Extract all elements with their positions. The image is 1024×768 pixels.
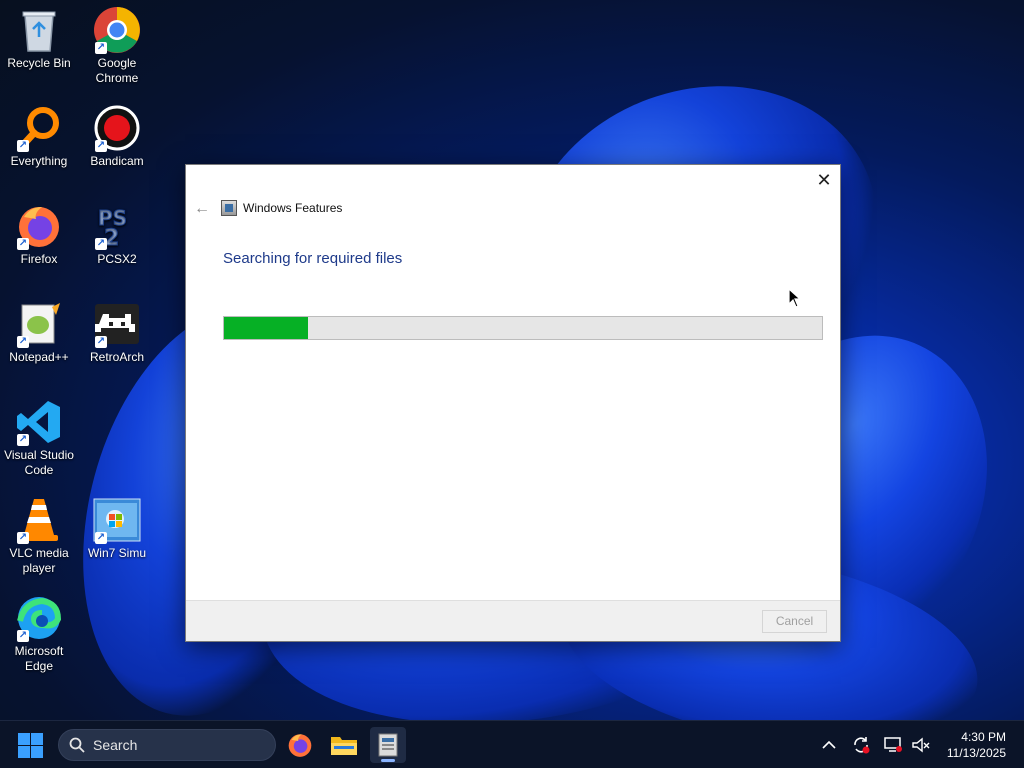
desktop-icon-label: Recycle Bin [7, 56, 71, 70]
shortcut-arrow-icon: ↗ [17, 630, 29, 642]
desktop-icon-label: Firefox [20, 252, 58, 266]
clock-date: 11/13/2025 [946, 746, 1006, 760]
status-heading: Searching for required files [223, 250, 403, 267]
volume-muted-icon[interactable] [910, 734, 932, 756]
notepad-plus-plus-icon: ↗ [15, 300, 63, 348]
firefox-icon [288, 734, 312, 757]
taskbar-app-firefox[interactable] [282, 727, 318, 763]
desktop-icons: Recycle Bin ↗ Google Chrome ↗ Everything [0, 0, 160, 720]
dialog-footer: Cancel [186, 600, 840, 641]
vscode-icon: ↗ [15, 398, 63, 446]
windows-features-dialog: ✕ ← Windows Features Searching for requi… [185, 164, 841, 642]
shortcut-arrow-icon: ↗ [95, 238, 107, 250]
shortcut-arrow-icon: ↗ [17, 532, 29, 544]
active-app-indicator [381, 759, 395, 762]
desktop-icon-recycle-bin[interactable]: Recycle Bin [0, 6, 78, 96]
desktop-icon-firefox[interactable]: ↗ Firefox [0, 202, 78, 292]
desktop-icon-label: Everything [10, 154, 68, 168]
search-icon [69, 737, 85, 753]
clock-time: 4:30 PM [961, 730, 1006, 744]
desktop-icon-visual-studio-code[interactable]: ↗ Visual Studio Code [0, 398, 78, 488]
shortcut-arrow-icon: ↗ [17, 336, 29, 348]
shortcut-arrow-icon: ↗ [17, 140, 29, 152]
everything-icon: ↗ [15, 104, 63, 152]
taskbar: Search 4:30 PM 11/13/2025 [0, 720, 1024, 768]
sync-icon[interactable] [850, 734, 872, 756]
windows-features-icon [378, 733, 398, 757]
shortcut-arrow-icon: ↗ [95, 42, 107, 54]
desktop-icon-microsoft-edge[interactable]: ↗ Microsoft Edge [0, 594, 78, 684]
back-arrow-icon[interactable]: ← [192, 199, 212, 219]
file-explorer-icon [331, 737, 357, 755]
start-button[interactable] [18, 733, 44, 759]
desktop-icon-pcsx2[interactable]: PS 2 ↗ PCSX2 [78, 202, 156, 292]
edge-icon: ↗ [15, 594, 63, 642]
dialog-title: Windows Features [243, 201, 343, 215]
shortcut-arrow-icon: ↗ [17, 434, 29, 446]
desktop-icon-everything[interactable]: ↗ Everything [0, 104, 78, 194]
desktop-icon-bandicam[interactable]: ↗ Bandicam [78, 104, 156, 194]
desktop-icon-retroarch[interactable]: ↗ RetroArch [78, 300, 156, 390]
bandicam-icon: ↗ [93, 104, 141, 152]
desktop-icon-win7-simu[interactable]: ↗ Win7 Simu [78, 496, 156, 586]
shortcut-arrow-icon: ↗ [95, 532, 107, 544]
dialog-title-row: Windows Features [221, 200, 342, 216]
desktop-icon-vlc-media-player[interactable]: ↗ VLC media player [0, 496, 78, 586]
desktop-icon-label: Google Chrome [95, 56, 139, 85]
windows-features-icon [221, 200, 237, 216]
recycle-bin-icon [15, 6, 63, 54]
desktop-icon-label: Win7 Simu [87, 546, 146, 560]
desktop-icon-notepad-plus-plus[interactable]: ↗ Notepad++ [0, 300, 78, 390]
search-placeholder: Search [93, 737, 138, 753]
windows-logo-icon [18, 733, 30, 745]
desktop-icon-label: RetroArch [89, 350, 145, 364]
desktop-icon-label: Notepad++ [9, 350, 69, 364]
progress-fill [224, 317, 308, 339]
progress-bar [223, 316, 823, 340]
chrome-icon: ↗ [93, 6, 141, 54]
display-icon[interactable] [882, 734, 904, 756]
cancel-button[interactable]: Cancel [762, 610, 827, 633]
desktop-icon-google-chrome[interactable]: ↗ Google Chrome [78, 6, 156, 96]
taskbar-clock[interactable]: 4:30 PM 11/13/2025 [936, 729, 1006, 761]
shortcut-arrow-icon: ↗ [95, 336, 107, 348]
close-button[interactable]: ✕ [812, 168, 836, 192]
vlc-icon: ↗ [15, 496, 63, 544]
chevron-up-icon[interactable] [818, 734, 840, 756]
taskbar-app-windows-features[interactable] [370, 727, 406, 763]
taskbar-search-box[interactable]: Search [58, 729, 276, 761]
pcsx2-icon: PS 2 ↗ [93, 202, 141, 250]
desktop-icon-label: PCSX2 [97, 252, 137, 266]
desktop-icon-label: VLC media player [9, 546, 69, 575]
firefox-icon: ↗ [15, 202, 63, 250]
shortcut-arrow-icon: ↗ [17, 238, 29, 250]
win7-simu-icon: ↗ [93, 496, 141, 544]
desktop-icon-label: Bandicam [90, 154, 144, 168]
mouse-cursor-icon [788, 288, 802, 308]
desktop-icon-label: Visual Studio Code [4, 448, 74, 477]
desktop-icon-label: Microsoft Edge [14, 644, 64, 673]
system-tray [818, 721, 932, 768]
taskbar-app-file-explorer[interactable] [326, 727, 362, 763]
shortcut-arrow-icon: ↗ [95, 140, 107, 152]
retroarch-icon: ↗ [93, 300, 141, 348]
